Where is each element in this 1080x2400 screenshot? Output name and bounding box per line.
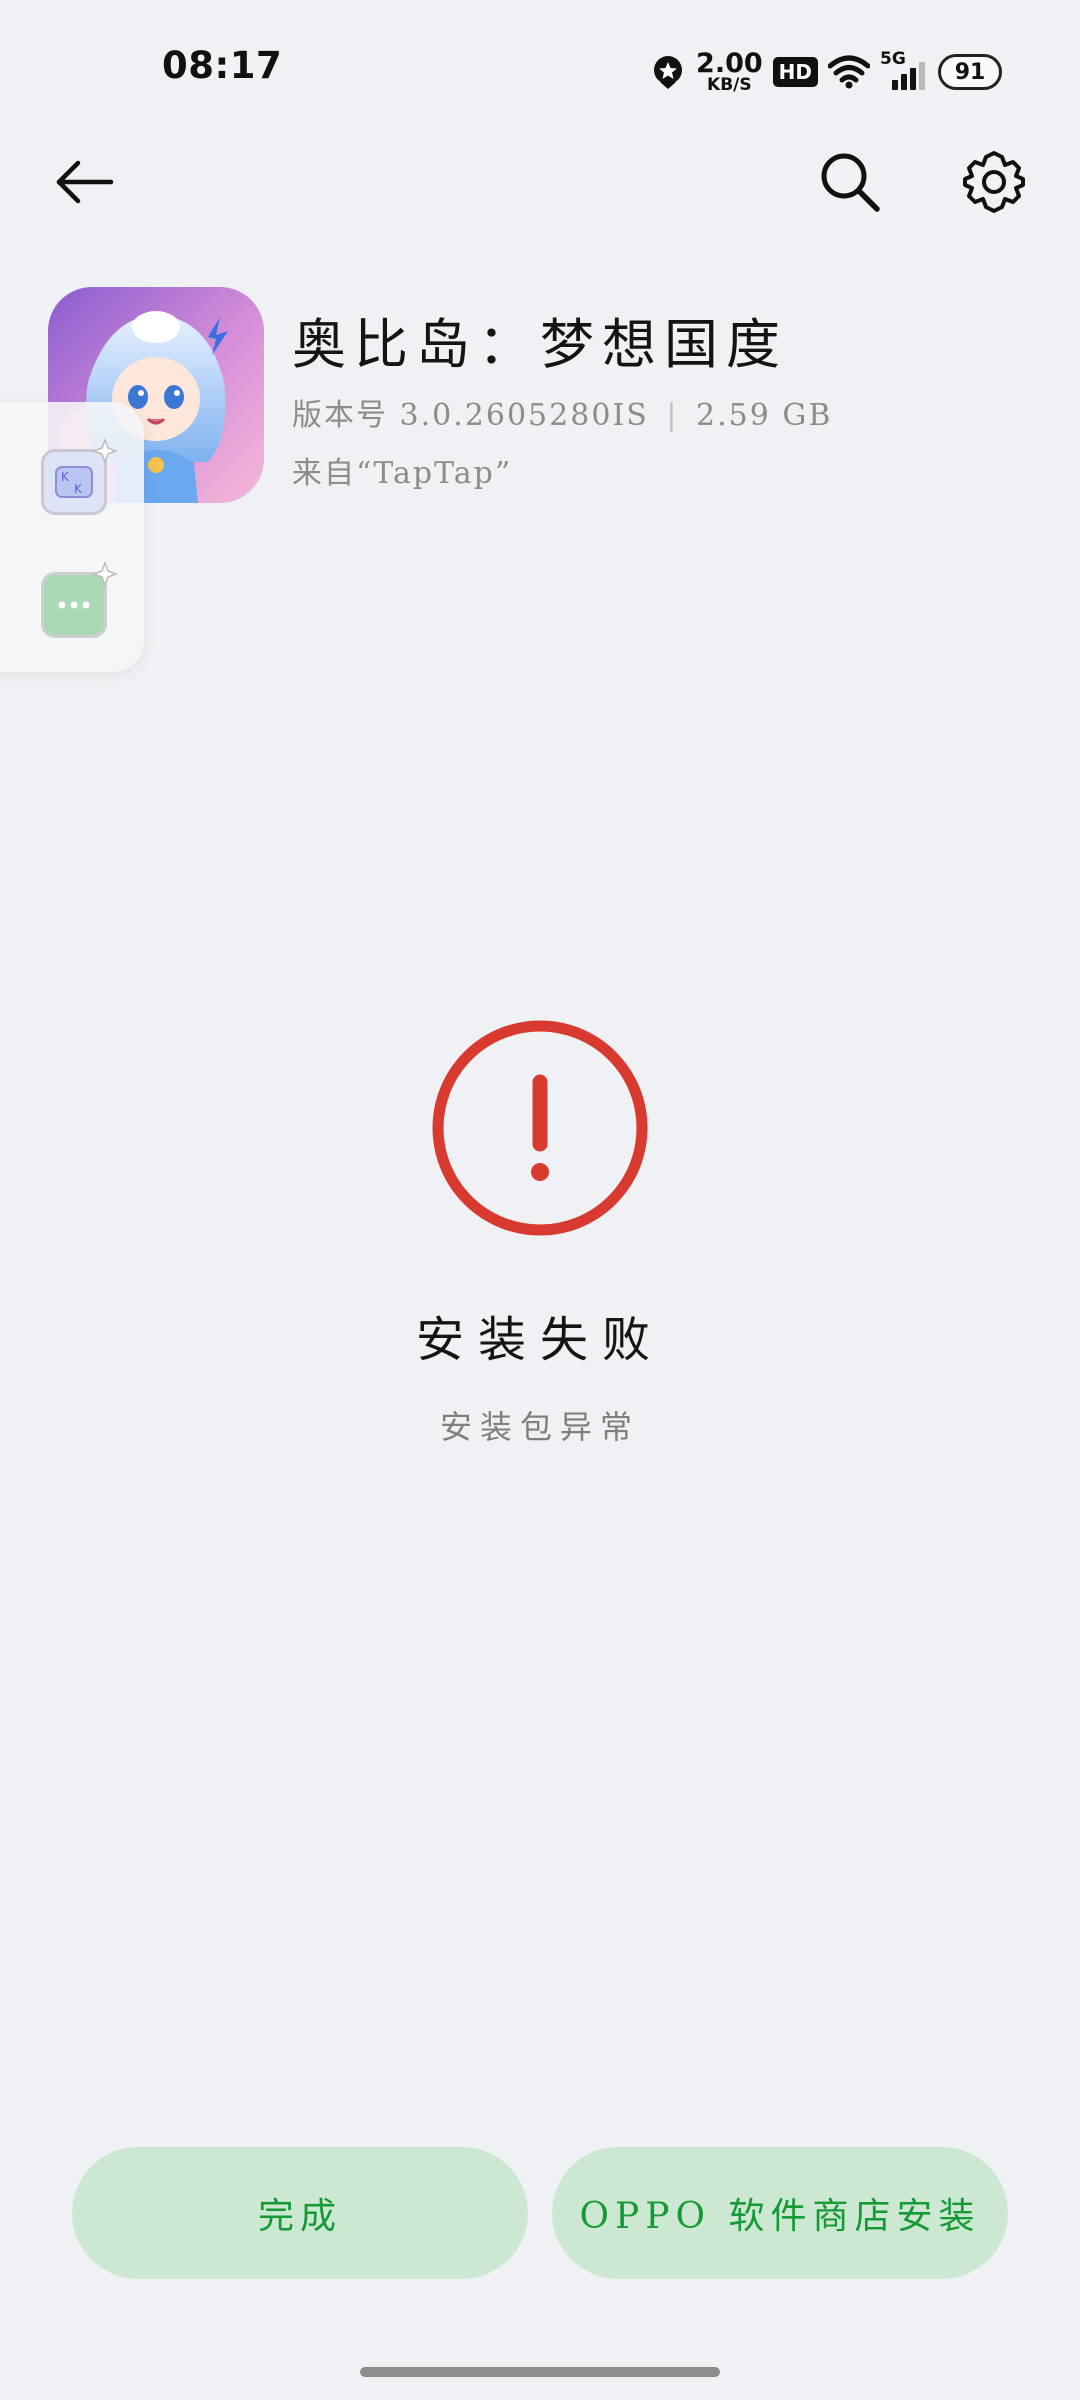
network-speed-unit: KB/S	[707, 75, 752, 95]
back-button[interactable]	[42, 140, 126, 224]
status-bar: 08:17 2.00 KB/S HD 5G 91	[0, 0, 1080, 130]
kk-shortcut-button[interactable]: K K	[41, 438, 118, 515]
arrow-left-icon	[56, 160, 114, 204]
search-button[interactable]	[808, 140, 892, 224]
home-indicator[interactable]	[360, 2367, 720, 2377]
status-icons: 2.00 KB/S HD 5G 91	[650, 48, 1002, 96]
meta-divider: |	[666, 398, 679, 433]
done-button[interactable]: 完成	[72, 2147, 528, 2279]
gear-icon	[963, 151, 1025, 213]
svg-text:K: K	[74, 482, 83, 496]
search-icon	[821, 153, 880, 212]
install-failed-title: 安装失败	[415, 1312, 664, 1368]
cellular-signal-icon: 5G	[880, 49, 928, 92]
app-version-info: 版本号 3.0.2605280IS | 2.59 GB	[292, 390, 832, 434]
battery-level: 91	[954, 59, 986, 85]
version-label: 版本号	[292, 398, 388, 433]
version-number: 3.0.2605280IS	[399, 398, 649, 433]
app-size: 2.59 GB	[696, 398, 833, 433]
oppo-store-install-button[interactable]: OPPO 软件商店安装	[552, 2147, 1008, 2279]
app-title: 奥比岛：梦想国度	[292, 313, 788, 376]
network-speed-value: 2.00	[696, 48, 763, 79]
network-speed: 2.00 KB/S	[696, 50, 763, 94]
sparkle-icon	[92, 438, 118, 464]
battery-icon: 91	[938, 54, 1002, 90]
location-icon	[654, 56, 683, 89]
kk-icon: K K	[55, 466, 93, 498]
install-failed-reason: 安装包异常	[439, 1408, 640, 1446]
sparkle-icon	[92, 561, 118, 587]
more-options-button[interactable]	[41, 561, 118, 638]
install-result-screen: 08:17 2.00 KB/S HD 5G 91 奥比岛：梦想国度 版本号 3.…	[0, 0, 1080, 2400]
app-source: 来自“TapTap”	[292, 456, 513, 491]
status-time: 08:17	[162, 44, 283, 87]
hd-badge: HD	[772, 57, 818, 87]
wifi-icon	[828, 55, 870, 89]
more-dots-icon	[58, 601, 90, 609]
svg-text:K: K	[61, 470, 70, 484]
exclamation-circle-icon	[432, 1020, 648, 1236]
settings-button[interactable]	[952, 140, 1036, 224]
